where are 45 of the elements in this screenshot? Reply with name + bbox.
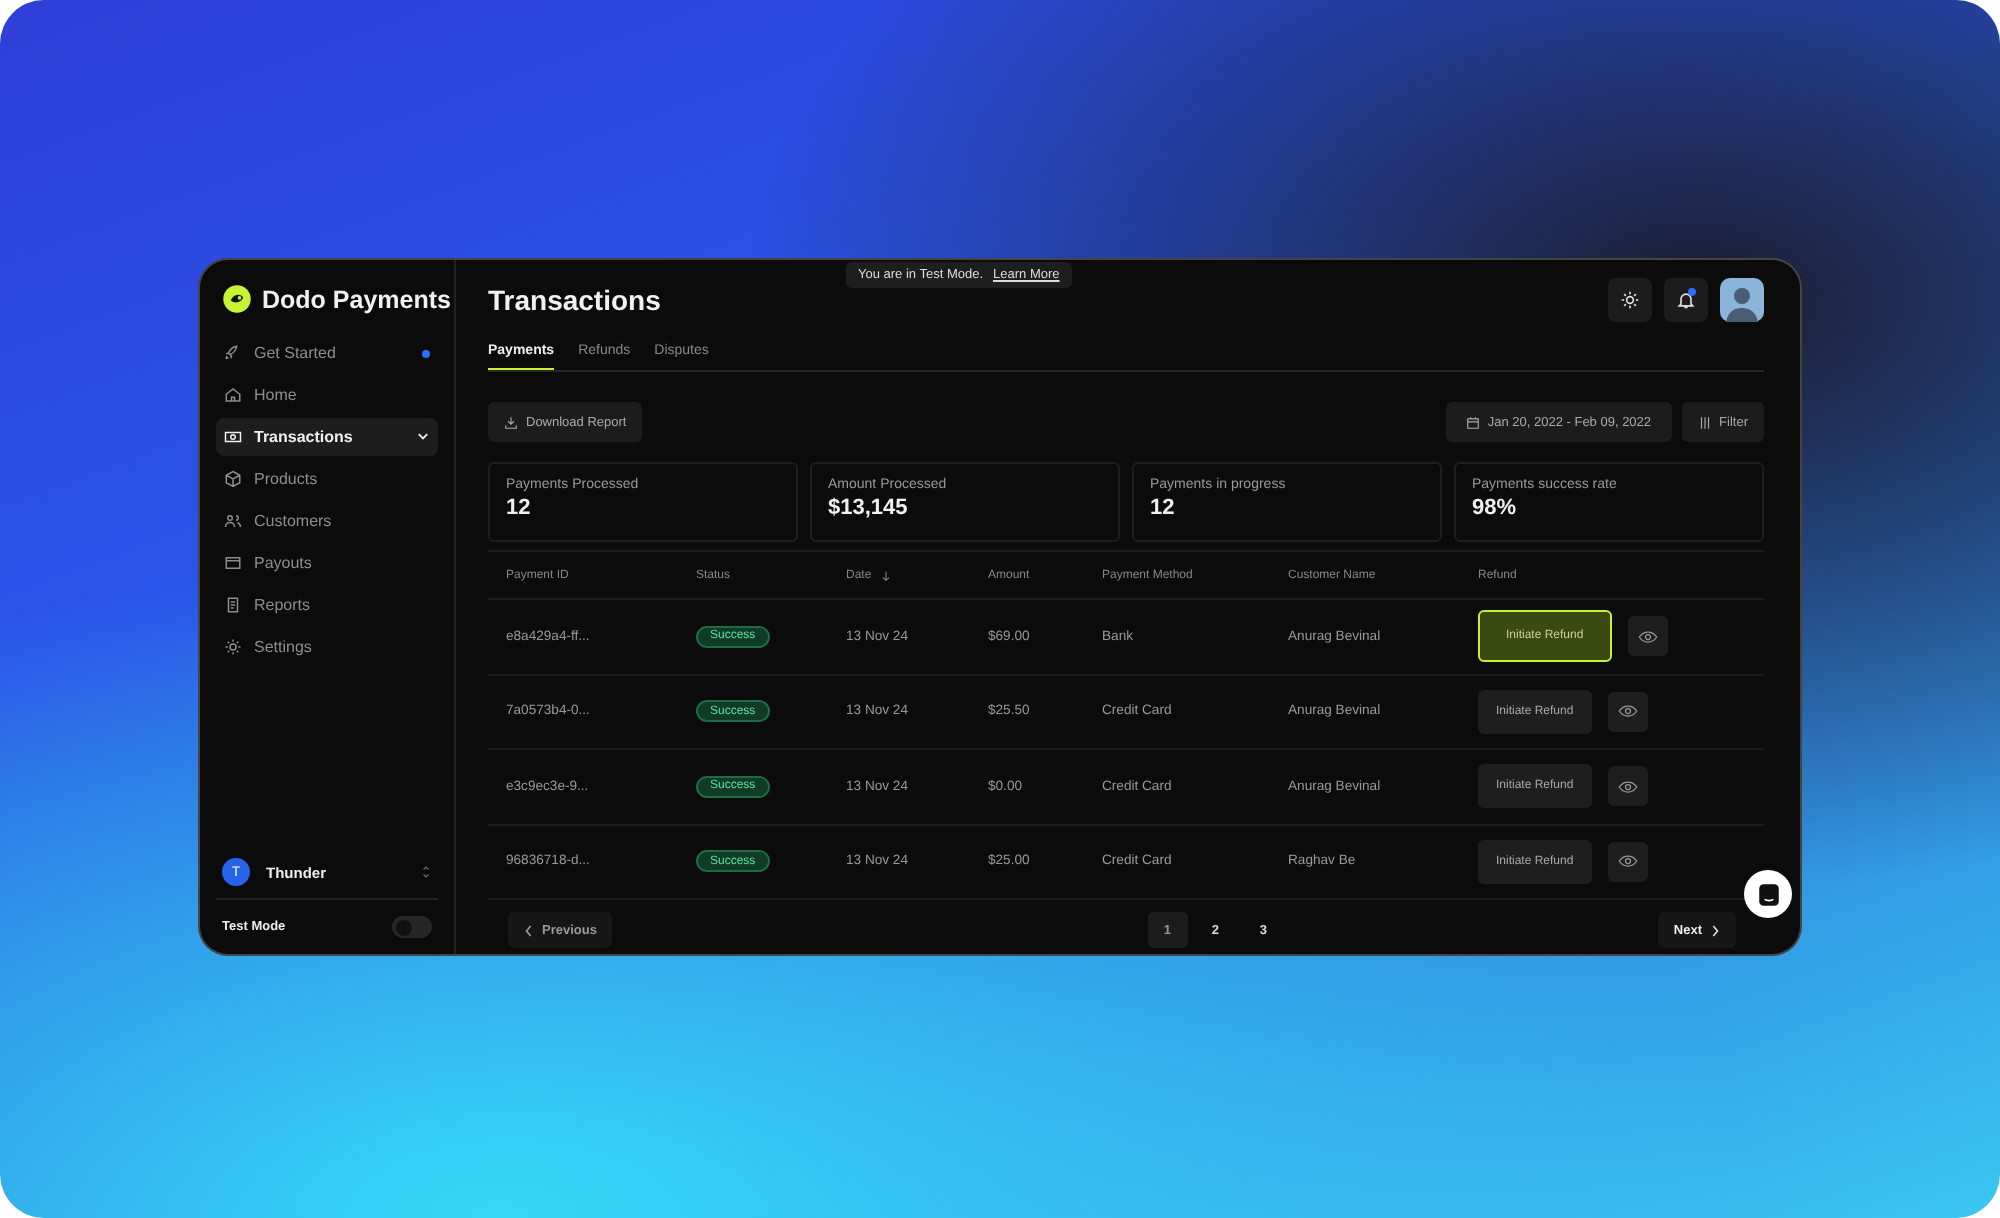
chevron-left-icon <box>524 923 534 937</box>
chat-icon <box>1755 881 1781 907</box>
view-button[interactable] <box>1607 691 1648 732</box>
test-mode-toggle[interactable] <box>392 916 432 938</box>
rocket-icon <box>224 344 242 362</box>
sidebar-item[interactable]: Home <box>216 376 438 414</box>
sidebar-item[interactable]: Transactions <box>216 418 438 456</box>
eye-icon <box>1617 704 1638 719</box>
view-button[interactable] <box>1627 616 1668 657</box>
page-title: Transactions <box>488 284 661 316</box>
eye-icon <box>1637 629 1658 644</box>
sidebar-item[interactable]: Get Started <box>216 334 438 372</box>
updown-icon <box>420 864 432 880</box>
sidebar-item[interactable]: Settings <box>216 628 438 666</box>
stat-value: 98% <box>1472 496 1519 520</box>
brand-name: Dodo Payments <box>262 285 451 313</box>
bell-icon <box>1676 290 1696 310</box>
stat-value: $13,145 <box>828 496 910 520</box>
sort-arrow-icon <box>879 569 892 581</box>
chevron-right-icon <box>1710 923 1720 937</box>
chat-button[interactable] <box>1744 870 1792 918</box>
stat-value: 12 <box>1150 496 1177 520</box>
stat-value: 12 <box>506 496 533 520</box>
view-button[interactable] <box>1607 841 1648 882</box>
document-icon <box>224 596 242 614</box>
sidebar-item[interactable]: Customers <box>216 502 438 540</box>
eye-icon <box>1617 854 1638 869</box>
settings-icon <box>224 638 242 656</box>
sidebar-item[interactable]: Payouts <box>216 544 438 582</box>
eye-icon <box>1617 779 1638 794</box>
theme-button[interactable] <box>1608 278 1652 322</box>
view-button[interactable] <box>1607 766 1648 807</box>
avatar-icon[interactable] <box>1720 278 1764 322</box>
download-icon <box>504 415 518 429</box>
box-icon <box>224 470 242 488</box>
sidebar-item[interactable]: Reports <box>216 586 438 624</box>
logo-icon <box>222 284 252 314</box>
filter-icon <box>1697 415 1712 429</box>
people-icon <box>224 512 242 530</box>
sidebar-item[interactable]: Products <box>216 460 438 498</box>
sun-icon <box>1620 290 1640 310</box>
home-icon <box>224 386 242 404</box>
banknote-icon <box>224 428 242 446</box>
calendar-icon <box>1465 415 1480 429</box>
notifications-button[interactable] <box>1664 278 1708 322</box>
